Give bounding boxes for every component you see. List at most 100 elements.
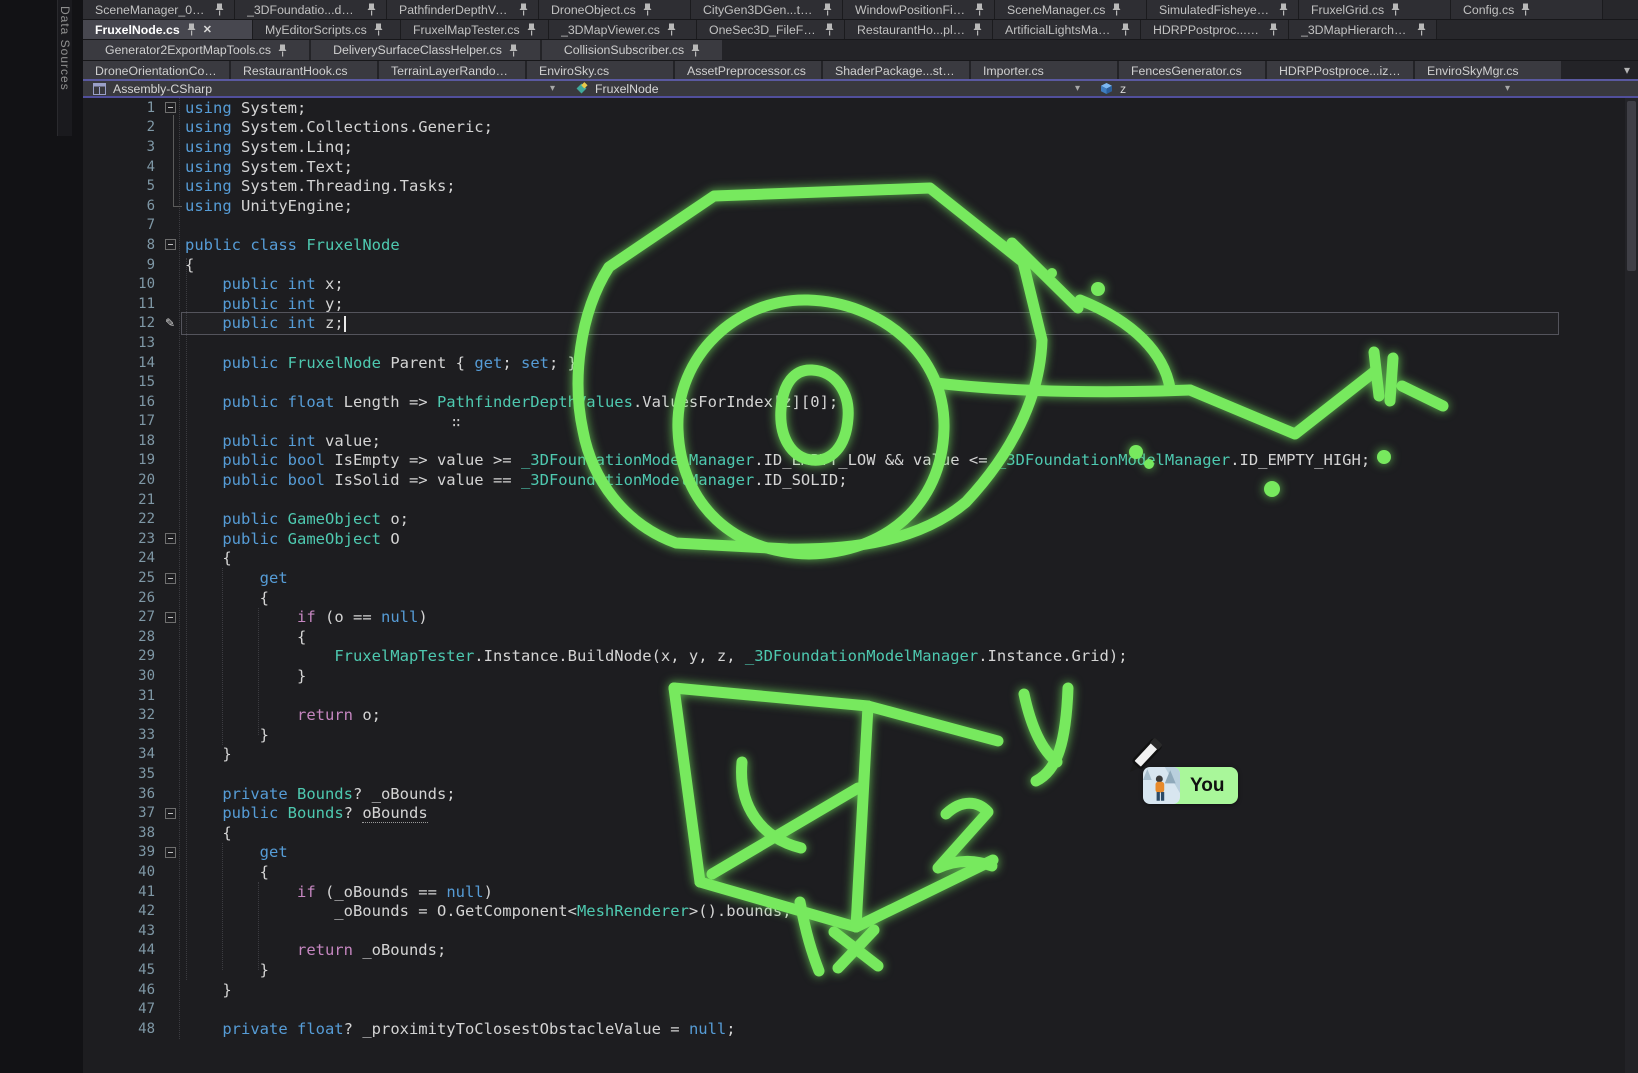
code-line[interactable]: 27 if (o == null) — [83, 607, 1638, 627]
tab[interactable]: CollisionSubscriber.cs — [542, 40, 722, 60]
code-line[interactable]: 32 return o; — [83, 705, 1638, 725]
fold-marker[interactable] — [155, 102, 185, 113]
code-line[interactable]: 29 FruxelMapTester.Instance.BuildNode(x,… — [83, 647, 1638, 667]
code-line[interactable]: 43 — [83, 921, 1638, 941]
tab[interactable]: Config.cs — [1451, 0, 1603, 19]
tab[interactable]: SceneManager.cs — [995, 0, 1147, 19]
code-line[interactable]: 42 _oBounds = O.GetComponent<MeshRendere… — [83, 901, 1638, 921]
tab[interactable]: DroneObject.cs — [539, 0, 691, 19]
code-line[interactable]: 37 public Bounds? oBounds — [83, 803, 1638, 823]
code-line[interactable]: 44 return _oBounds; — [83, 941, 1638, 961]
code-line[interactable]: 6using UnityEngine; — [83, 196, 1638, 216]
pushpin-icon[interactable] — [215, 3, 224, 16]
code-line[interactable]: 45 } — [83, 960, 1638, 980]
pushpin-icon[interactable] — [973, 23, 982, 36]
code-line[interactable]: 39 get — [83, 843, 1638, 863]
code-line[interactable]: 36 private Bounds? _oBounds; — [83, 784, 1638, 804]
code-line[interactable]: 5using System.Threading.Tasks; — [83, 176, 1638, 196]
code-line[interactable]: 12✎ public int z; — [83, 314, 1638, 334]
tab[interactable]: SceneManager_02.cs — [83, 0, 235, 19]
code-line[interactable]: 4using System.Text; — [83, 157, 1638, 177]
tab[interactable]: TerrainLayerRandomizer.cs — [379, 61, 525, 81]
code-line[interactable]: 20 public bool IsSolid => value == _3DFo… — [83, 470, 1638, 490]
pushpin-icon[interactable] — [823, 3, 832, 16]
tab[interactable]: SimulatedFisheyeCamera.cs — [1147, 0, 1299, 19]
scrollbar-thumb[interactable] — [1627, 101, 1636, 271]
code-line[interactable]: 19 public bool IsEmpty => value >= _3DFo… — [83, 451, 1638, 471]
code-line[interactable]: 16 public float Length => PathfinderDept… — [83, 392, 1638, 412]
member-dropdown[interactable]: z ▾ — [1090, 81, 1520, 96]
tab[interactable]: HDRPPostproce...izerEditor.cs — [1267, 61, 1413, 81]
tab[interactable]: FencesGenerator.cs — [1119, 61, 1265, 81]
code-line[interactable]: 9{ — [83, 255, 1638, 275]
tab[interactable]: AssetPreprocessor.cs — [675, 61, 821, 81]
tab[interactable]: FruxelNode.cs✕ — [83, 20, 253, 39]
tab[interactable]: RestaurantHo...pleManager.cs — [845, 20, 993, 39]
pushpin-icon[interactable] — [527, 23, 536, 36]
pushpin-icon[interactable] — [1269, 23, 1278, 36]
pushpin-icon[interactable] — [1417, 23, 1426, 36]
code-line[interactable]: 48 private float? _proximityToClosestObs… — [83, 1019, 1638, 1039]
tab-overflow-chevron-down-icon[interactable]: ▾ — [1624, 63, 1630, 77]
code-line[interactable]: 41 if (_oBounds == null) — [83, 882, 1638, 902]
pushpin-icon[interactable] — [825, 23, 834, 36]
code-line[interactable]: 25 get — [83, 568, 1638, 588]
tab[interactable]: HDRPPostproc...Randomizer.cs — [1141, 20, 1289, 39]
code-line[interactable]: 31 — [83, 686, 1638, 706]
code-line[interactable]: 3using System.Linq; — [83, 137, 1638, 157]
close-icon[interactable]: ✕ — [203, 23, 212, 36]
tab[interactable]: Generator2ExportMapTools.cs — [83, 40, 309, 60]
tab[interactable]: EnviroSkyMgr.cs — [1415, 61, 1561, 81]
pushpin-icon[interactable] — [1391, 3, 1400, 16]
vertical-scrollbar[interactable] — [1625, 98, 1638, 1073]
code-line[interactable]: 2using System.Collections.Generic; — [83, 118, 1638, 138]
pushpin-icon[interactable] — [519, 3, 528, 16]
fold-marker[interactable] — [155, 533, 185, 544]
fold-marker[interactable] — [155, 808, 185, 819]
code-line[interactable]: 7 — [83, 216, 1638, 236]
pushpin-icon[interactable] — [975, 3, 984, 16]
code-line[interactable]: 11 public int y; — [83, 294, 1638, 314]
code-line[interactable]: 46 } — [83, 980, 1638, 1000]
pushpin-icon[interactable] — [367, 3, 376, 16]
pushpin-icon[interactable] — [691, 44, 700, 57]
code-line[interactable]: 30 } — [83, 666, 1638, 686]
code-line[interactable]: 17 — [83, 412, 1638, 432]
code-line[interactable]: 26 { — [83, 588, 1638, 608]
pushpin-icon[interactable] — [1279, 3, 1288, 16]
fold-marker[interactable] — [155, 573, 185, 584]
code-line[interactable]: 10 public int x; — [83, 274, 1638, 294]
code-line[interactable]: 21 — [83, 490, 1638, 510]
tab[interactable]: OneSec3D_FileFormat.cs — [697, 20, 845, 39]
pushpin-icon[interactable] — [1521, 3, 1530, 16]
tab[interactable]: MyEditorScripts.cs — [253, 20, 401, 39]
tab[interactable]: WindowPositionFinder.cs — [843, 0, 995, 19]
code-line[interactable]: 15 — [83, 372, 1638, 392]
tab[interactable]: Importer.cs — [971, 61, 1117, 81]
pushpin-icon[interactable] — [643, 3, 652, 16]
code-line[interactable]: 47 — [83, 999, 1638, 1019]
code-line[interactable]: 40 { — [83, 862, 1638, 882]
tab[interactable]: FruxelGrid.cs — [1299, 0, 1451, 19]
fold-marker[interactable] — [155, 239, 185, 250]
type-dropdown[interactable]: FruxelNode ▾ — [565, 81, 1090, 96]
code-line[interactable]: 38 { — [83, 823, 1638, 843]
tab[interactable]: PathfinderDepthValues.cs — [387, 0, 539, 19]
fold-marker[interactable] — [155, 847, 185, 858]
code-editor[interactable]: 1using System;2using System.Collections.… — [83, 98, 1638, 1073]
code-line[interactable]: 1using System; — [83, 98, 1638, 118]
tab[interactable]: ShaderPackage...stProcessor.cs — [823, 61, 969, 81]
pushpin-icon[interactable] — [278, 44, 287, 57]
tab[interactable]: _3DMapHierarchy.cs — [1289, 20, 1437, 39]
code-line[interactable]: 23 public GameObject O — [83, 529, 1638, 549]
project-dropdown[interactable]: Assembly-CSharp ▾ — [83, 81, 565, 96]
fold-marker[interactable] — [155, 612, 185, 623]
tab[interactable]: RestaurantHook.cs — [231, 61, 377, 81]
tab[interactable]: FruxelMapTester.cs — [401, 20, 549, 39]
code-line[interactable]: 22 public GameObject o; — [83, 509, 1638, 529]
tab[interactable]: _3DMapViewer.cs — [549, 20, 697, 39]
tab[interactable]: _3DFoundatio...delManager.cs — [235, 0, 387, 19]
code-line[interactable]: 28 { — [83, 627, 1638, 647]
code-line[interactable]: 33 } — [83, 725, 1638, 745]
tab[interactable]: DroneOrientationController.cs — [83, 61, 229, 81]
